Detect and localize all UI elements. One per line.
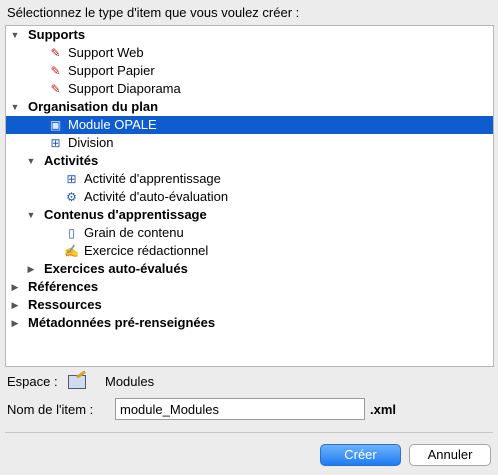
tree-label: Activités	[44, 153, 99, 168]
tree-item-exercice-redactionnel[interactable]: ✍ Exercice rédactionnel	[6, 242, 493, 260]
divider	[5, 432, 493, 433]
tree-group-supports[interactable]: ▼ Supports	[6, 26, 493, 44]
tree-item-activite-apprentissage[interactable]: ⊞ Activité d'apprentissage	[6, 170, 493, 188]
disclosure-closed-icon[interactable]: ▶	[10, 296, 20, 314]
tree-label: Division	[68, 135, 114, 150]
tree-label: Support Diaporama	[68, 81, 181, 96]
tree-group-references[interactable]: ▶ Références	[6, 278, 493, 296]
dialog-prompt: Sélectionnez le type d'item que vous vou…	[7, 5, 300, 20]
tree-item-grain-contenu[interactable]: ▯ Grain de contenu	[6, 224, 493, 242]
tree-group-activites[interactable]: ▼ Activités	[6, 152, 493, 170]
create-button[interactable]: Créer	[320, 444, 401, 466]
tree-label: Module OPALE	[68, 117, 157, 132]
disclosure-open-icon[interactable]: ▼	[10, 26, 20, 44]
division-icon: ⊞	[50, 136, 61, 150]
tree-group-ressources[interactable]: ▶ Ressources	[6, 296, 493, 314]
content-grain-icon: ▯	[68, 226, 75, 240]
support-web-icon: ✎	[50, 46, 61, 60]
tree-item-module-opale[interactable]: ▣ Module OPALE	[6, 116, 493, 134]
disclosure-open-icon[interactable]: ▼	[10, 98, 20, 116]
tree-label: Exercice rédactionnel	[84, 243, 209, 258]
item-name-label: Nom de l'item :	[7, 402, 94, 417]
tree-item-activite-auto-evaluation[interactable]: ⚙ Activité d'auto-évaluation	[6, 188, 493, 206]
space-label: Espace :	[7, 374, 58, 389]
tree-label: Ressources	[28, 297, 102, 312]
tree-item-support-diaporama[interactable]: ✎ Support Diaporama	[6, 80, 493, 98]
space-edit-icon	[68, 375, 86, 389]
tree-group-organisation[interactable]: ▼ Organisation du plan	[6, 98, 493, 116]
tree-label: Support Web	[68, 45, 144, 60]
disclosure-closed-icon[interactable]: ▶	[10, 314, 20, 332]
tree-label: Supports	[28, 27, 86, 42]
tree-label: Exercices auto-évalués	[44, 261, 188, 276]
tree-group-exercices-auto-evalues[interactable]: ▶ Exercices auto-évalués	[6, 260, 493, 278]
learning-activity-icon: ⊞	[66, 172, 77, 186]
support-paper-icon: ✎	[50, 64, 61, 78]
tree-item-support-web[interactable]: ✎ Support Web	[6, 44, 493, 62]
tree-item-division[interactable]: ⊞ Division	[6, 134, 493, 152]
tree-label: Organisation du plan	[28, 99, 159, 114]
tree-label: Références	[28, 279, 99, 294]
tree-label: Contenus d'apprentissage	[44, 207, 207, 222]
tree-label: Métadonnées pré-renseignées	[28, 315, 216, 330]
disclosure-closed-icon[interactable]: ▶	[26, 260, 36, 278]
cancel-button[interactable]: Annuler	[409, 444, 491, 466]
disclosure-open-icon[interactable]: ▼	[26, 206, 36, 224]
disclosure-open-icon[interactable]: ▼	[26, 152, 36, 170]
space-value: Modules	[105, 374, 155, 389]
tree-group-metadonnees[interactable]: ▶ Métadonnées pré-renseignées	[6, 314, 493, 332]
item-name-input[interactable]	[115, 398, 365, 420]
tree-item-support-papier[interactable]: ✎ Support Papier	[6, 62, 493, 80]
item-type-tree[interactable]: ▼ Supports ✎ Support Web ✎ Support Papie…	[5, 25, 494, 367]
writing-exercise-icon: ✍	[64, 244, 79, 258]
support-slides-icon: ✎	[50, 82, 61, 96]
tree-label: Activité d'auto-évaluation	[84, 189, 229, 204]
file-extension: .xml	[370, 402, 397, 417]
tree-label: Grain de contenu	[84, 225, 184, 240]
tree-label: Activité d'apprentissage	[84, 171, 221, 186]
tree-group-contenus[interactable]: ▼ Contenus d'apprentissage	[6, 206, 493, 224]
module-icon: ▣	[49, 118, 62, 132]
disclosure-closed-icon[interactable]: ▶	[10, 278, 20, 296]
self-assessment-icon: ⚙	[66, 190, 77, 204]
tree-label: Support Papier	[68, 63, 155, 78]
